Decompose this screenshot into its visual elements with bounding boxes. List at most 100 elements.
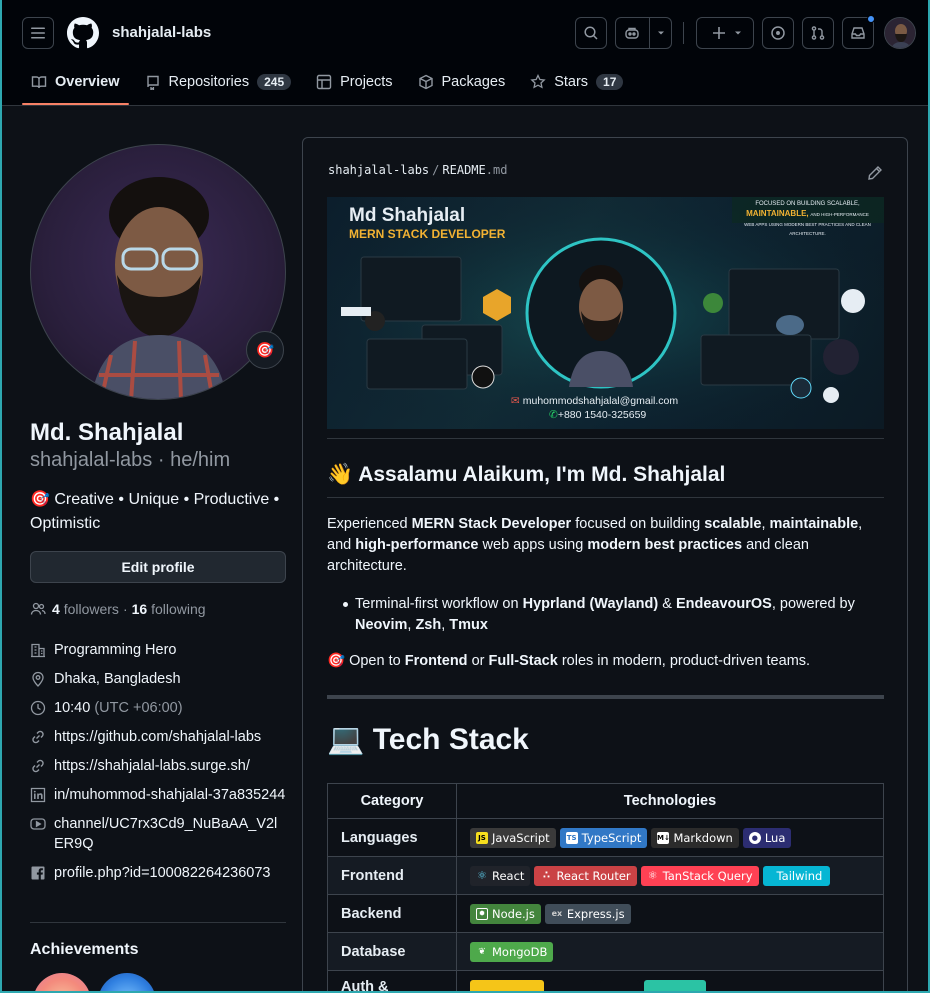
tab-overview[interactable]: Overview — [22, 62, 129, 105]
profile-avatar[interactable] — [30, 144, 286, 400]
tab-projects[interactable]: Projects — [307, 62, 401, 102]
badge-markdown[interactable]: M↓ Markdown — [651, 827, 739, 848]
create-new-button[interactable] — [696, 17, 754, 49]
badge-lua[interactable]: ● Lua — [742, 827, 792, 848]
category-cell: Database — [327, 932, 457, 971]
badge-label: Markdown — [673, 830, 733, 845]
book-icon — [31, 76, 47, 89]
vcard-website-1[interactable]: https://github.com/shahjalal-labs — [30, 727, 286, 747]
global-header: shahjalal-labs Overview Repositories 245… — [2, 0, 928, 106]
open-bold: Full-Stack — [488, 653, 558, 669]
issue-icon — [771, 26, 785, 40]
bullet-text: & — [658, 596, 676, 612]
copilot-button[interactable] — [615, 17, 672, 49]
followers-link[interactable]: 4 followers — [52, 601, 119, 617]
vcard-youtube[interactable]: channel/UC7rx3Cd9_NuBaAA_V2lER9Q — [30, 814, 286, 854]
markdown-icon: M↓ — [657, 831, 670, 844]
tab-packages[interactable]: Packages — [409, 62, 515, 102]
badge-expressjs[interactable]: ex Express.js — [544, 903, 631, 924]
vcard-facebook[interactable]: profile.php?id=100082264236073 — [30, 863, 286, 883]
chevron-down-icon[interactable] — [655, 25, 667, 41]
badge-label: TypeScript — [581, 830, 642, 845]
banner-focus-line2b: AND HIGH-PERFORMANCE — [810, 212, 869, 217]
website-link-1[interactable]: https://github.com/shahjalal-labs — [54, 727, 261, 747]
breadcrumb-separator: / — [432, 163, 440, 177]
intro-text: focused on building — [571, 516, 705, 532]
badge-javascript[interactable]: JS JavaScript — [470, 827, 556, 848]
browser-frame: shahjalal-labs Overview Repositories 245… — [0, 0, 930, 993]
badge-tanstack-query[interactable]: ⚛ TanStack Query — [640, 865, 759, 886]
vcard-linkedin[interactable]: in/muhommod-shahjalal-37a835244 — [30, 785, 286, 805]
youtube-link[interactable]: channel/UC7rx3Cd9_NuBaAA_V2lER9Q — [54, 814, 286, 854]
intro-text: Experienced — [327, 516, 412, 532]
badge-label: TanStack Query — [662, 868, 753, 883]
following-link[interactable]: 16 following — [132, 601, 206, 617]
linkedin-link[interactable]: in/muhommod-shahjalal-37a835244 — [54, 785, 285, 805]
following-label: following — [151, 601, 206, 617]
banner-focus: FOCUSED ON BUILDING SCALABLE, MAINTAINAB… — [735, 200, 880, 238]
badge-partial-4[interactable] — [644, 979, 706, 991]
tab-repositories[interactable]: Repositories 245 — [136, 62, 301, 102]
badge-typescript[interactable]: TS TypeScript — [559, 827, 648, 848]
search-button[interactable] — [575, 17, 607, 49]
issues-button[interactable] — [762, 17, 794, 49]
badge-react[interactable]: ⚛ React — [470, 865, 531, 886]
tab-stars[interactable]: Stars 17 — [521, 62, 632, 102]
intro-bold: maintainable — [769, 516, 859, 532]
people-icon — [30, 602, 46, 615]
user-avatar[interactable] — [884, 17, 916, 49]
edit-profile-button[interactable]: Edit profile — [30, 551, 286, 583]
link-icon — [32, 759, 44, 773]
vcard-location: Dhaka, Bangladesh — [30, 669, 286, 689]
table-row: Database ❦ MongoDB — [327, 932, 884, 971]
category-cell: Frontend — [327, 856, 457, 895]
banner-email: ✉ muhommodshahjalal@gmail.com — [511, 395, 678, 407]
achievement-badge-1[interactable] — [33, 973, 91, 991]
table-header-technologies: Technologies — [456, 783, 884, 819]
follow-stats: 4 followers · 16 following — [30, 601, 206, 617]
edit-pencil-icon[interactable] — [867, 165, 883, 181]
website-link-2[interactable]: https://shahjalal-labs.surge.sh/ — [54, 756, 250, 776]
open-text: roles in modern, product-driven teams. — [557, 653, 811, 669]
profile-owner-link[interactable]: shahjalal-labs — [112, 24, 211, 41]
menu-button[interactable] — [22, 17, 54, 49]
badge-partial-1[interactable] — [470, 979, 544, 991]
clock-icon — [30, 700, 46, 716]
breadcrumb-owner[interactable]: shahjalal-labs — [328, 163, 429, 177]
badge-partial-2[interactable] — [548, 979, 596, 991]
badge-tailwind[interactable]: Tailwind — [762, 865, 831, 886]
pull-requests-button[interactable] — [802, 17, 834, 49]
tech-stack-table: Category Technologies Languages JS JavaSc… — [327, 783, 884, 991]
workflow-list-item: Terminal-first workflow on Hyprland (Way… — [343, 594, 885, 636]
badge-partial-3[interactable] — [600, 979, 640, 991]
banner-role: MERN STACK DEVELOPER — [349, 227, 506, 241]
location-pin-icon — [32, 671, 44, 687]
bullet-text: Terminal-first workflow on — [355, 596, 523, 612]
achievement-badge-2[interactable] — [98, 973, 156, 991]
achievements-heading: Achievements — [30, 941, 139, 958]
badge-label: MongoDB — [492, 944, 548, 959]
intro-text: , — [761, 516, 770, 532]
repo-icon — [146, 75, 159, 90]
breadcrumb-file[interactable]: README — [442, 163, 485, 177]
vcard-website-2[interactable]: https://shahjalal-labs.surge.sh/ — [30, 756, 286, 776]
badge-label: Lua — [764, 830, 786, 845]
notification-dot — [867, 15, 875, 23]
technologies-cell — [456, 970, 884, 991]
tanstack-icon: ⚛ — [647, 869, 658, 882]
table-row: Frontend ⚛ React ∴ React Router ⚛ TanStack … — [327, 856, 884, 895]
badge-react-router[interactable]: ∴ React Router — [534, 865, 637, 886]
github-logo-icon[interactable] — [67, 17, 99, 49]
badge-label: JavaScript — [492, 830, 550, 845]
banner-name: Md Shahjalal — [349, 205, 466, 226]
status-button[interactable]: 🎯 — [246, 331, 284, 369]
technologies-cell: ❦ MongoDB — [456, 932, 884, 971]
chevron-down-icon — [735, 31, 741, 35]
tab-repositories-label: Repositories — [168, 74, 250, 90]
hamburger-icon — [31, 27, 45, 39]
facebook-link[interactable]: profile.php?id=100082264236073 — [54, 863, 271, 883]
badge-nodejs[interactable]: ⬢ Node.js — [470, 903, 541, 924]
badge-mongodb[interactable]: ❦ MongoDB — [470, 941, 554, 962]
profile-tabs: Overview Repositories 245 Projects Packa… — [22, 62, 632, 106]
bullet-bold: EndeavourOS — [675, 596, 772, 612]
